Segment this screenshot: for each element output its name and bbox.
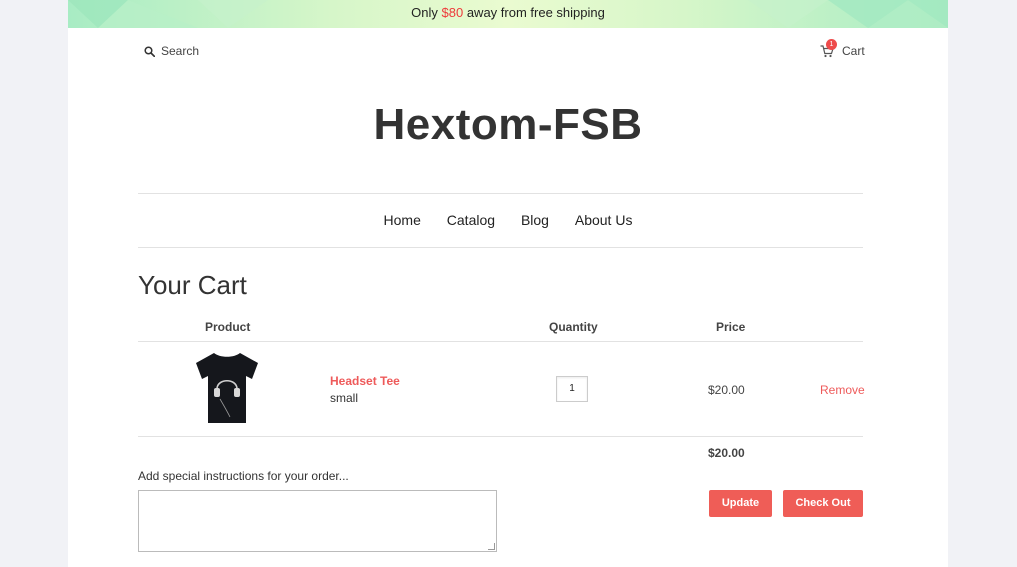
update-button[interactable]: Update <box>709 490 772 517</box>
page-title: Your Cart <box>138 270 247 300</box>
banner-suffix: away from free shipping <box>466 5 605 20</box>
product-variant: small <box>330 391 359 405</box>
search-label: Search <box>161 44 200 58</box>
store-logo[interactable]: Hextom-FSB <box>68 100 948 150</box>
main-nav: Home Catalog Blog About Us <box>68 212 948 228</box>
item-price: $20.00 <box>708 383 745 397</box>
column-header-quantity: Quantity <box>549 320 598 334</box>
banner-amount: $80 <box>441 5 464 20</box>
nav-item-about-us[interactable]: About Us <box>575 212 633 228</box>
banner-prefix: Only <box>411 5 438 20</box>
page: Only $80 away from free shipping Search … <box>68 0 948 567</box>
remove-item-link[interactable]: Remove <box>820 383 865 397</box>
cart-count-badge: 1 <box>826 39 837 50</box>
nav-item-blog[interactable]: Blog <box>521 212 549 228</box>
banner-message: Only $80 away from free shipping <box>68 5 948 20</box>
cart-label: Cart <box>842 44 865 58</box>
divider <box>138 193 863 194</box>
cart-subtotal: $20.00 <box>708 446 745 460</box>
divider <box>138 247 863 248</box>
instructions-label: Add special instructions for your order.… <box>138 469 349 483</box>
checkout-button[interactable]: Check Out <box>783 490 863 517</box>
cart-link[interactable]: 1 Cart <box>820 39 865 58</box>
instructions-textarea[interactable] <box>138 490 497 552</box>
search-link[interactable]: Search <box>144 44 199 58</box>
nav-item-catalog[interactable]: Catalog <box>447 212 495 228</box>
divider <box>138 436 863 437</box>
product-name-link[interactable]: Headset Tee <box>330 374 400 388</box>
search-icon <box>144 45 155 57</box>
nav-item-home[interactable]: Home <box>384 212 421 228</box>
column-header-price: Price <box>716 320 746 334</box>
cart-icon: 1 <box>820 39 837 58</box>
free-shipping-banner: Only $80 away from free shipping <box>68 0 948 28</box>
resize-handle-icon[interactable] <box>488 543 495 550</box>
divider <box>138 341 863 342</box>
quantity-input[interactable]: 1 <box>556 376 588 402</box>
column-header-product: Product <box>205 320 251 334</box>
product-thumbnail[interactable] <box>192 351 262 425</box>
